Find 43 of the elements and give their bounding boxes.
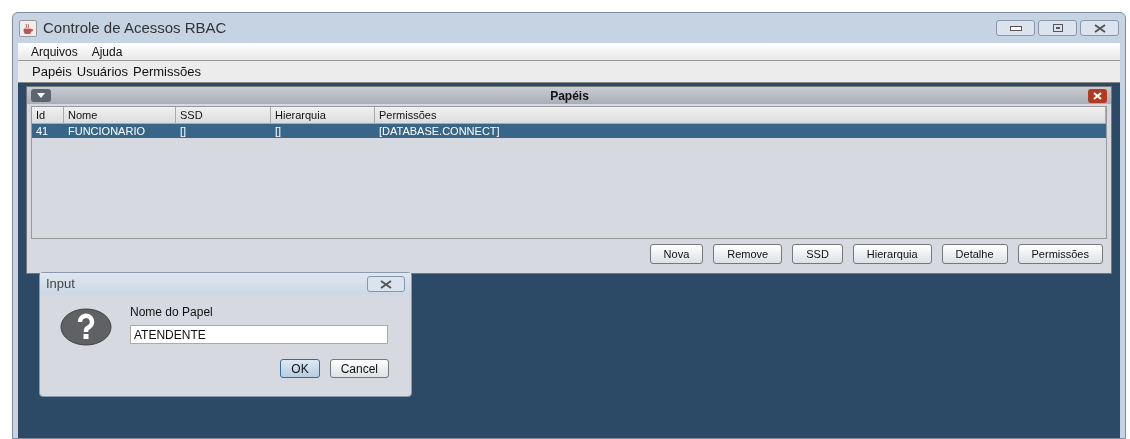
field-label: Nome do Papel xyxy=(130,304,214,321)
column-header[interactable]: Id xyxy=(32,107,64,123)
menu-item[interactable]: Arquivos xyxy=(31,42,78,61)
action-button[interactable]: SSD xyxy=(792,244,843,264)
action-button[interactable]: Nova xyxy=(649,244,704,264)
column-header[interactable]: Hierarquia xyxy=(271,107,375,123)
close-button[interactable] xyxy=(367,276,405,292)
minimize-icon xyxy=(1009,25,1022,31)
table-cell-text: [DATABASE.CONNECT] xyxy=(378,124,501,138)
toolbar-button[interactable]: Usuários xyxy=(76,61,129,82)
close-button[interactable] xyxy=(1088,88,1107,103)
table-cell-text: [] xyxy=(179,124,188,138)
java-cup-icon xyxy=(19,19,37,37)
menu-item[interactable]: Ajuda xyxy=(91,42,123,61)
minimize-button[interactable] xyxy=(996,20,1035,36)
window-title: Controle de Acessos RBAC xyxy=(43,17,227,38)
action-button[interactable]: Hierarquia xyxy=(852,244,932,264)
toolbar-button[interactable]: Permissões xyxy=(133,61,201,82)
input-field[interactable]: ATENDENTE xyxy=(130,325,388,344)
toolbar-button[interactable]: Papéis xyxy=(32,61,72,82)
dialog-button[interactable]: Cancel xyxy=(329,359,389,378)
column-header[interactable]: Nome xyxy=(64,107,176,123)
dialog-button[interactable]: OK xyxy=(280,359,320,378)
frame-title: Papéis xyxy=(549,87,590,105)
maximize-button[interactable] xyxy=(1038,20,1077,36)
close-icon xyxy=(380,279,392,289)
question-icon xyxy=(60,308,112,346)
close-icon xyxy=(1093,91,1102,100)
table-cell-text: 41 xyxy=(35,124,50,138)
dialog-title: Input xyxy=(46,275,75,294)
triangle-down-icon xyxy=(37,93,45,98)
action-button[interactable]: Permissões xyxy=(1017,244,1103,264)
dropdown-button[interactable] xyxy=(31,89,51,102)
table-row[interactable]: 41 FUNCIONARIO [] [] [DATABASE.CONNECT] xyxy=(32,124,1106,138)
maximize-icon xyxy=(1052,24,1063,32)
column-header[interactable]: SSD xyxy=(176,107,271,123)
action-button[interactable]: Remove xyxy=(713,244,783,264)
table-cell-text: FUNCIONARIO xyxy=(67,124,146,138)
table-cell-text: [] xyxy=(274,124,283,138)
close-button[interactable] xyxy=(1080,20,1119,36)
action-button[interactable]: Detalhe xyxy=(941,244,1008,264)
column-header[interactable]: Permissões xyxy=(375,107,1106,123)
close-icon xyxy=(1093,23,1106,33)
